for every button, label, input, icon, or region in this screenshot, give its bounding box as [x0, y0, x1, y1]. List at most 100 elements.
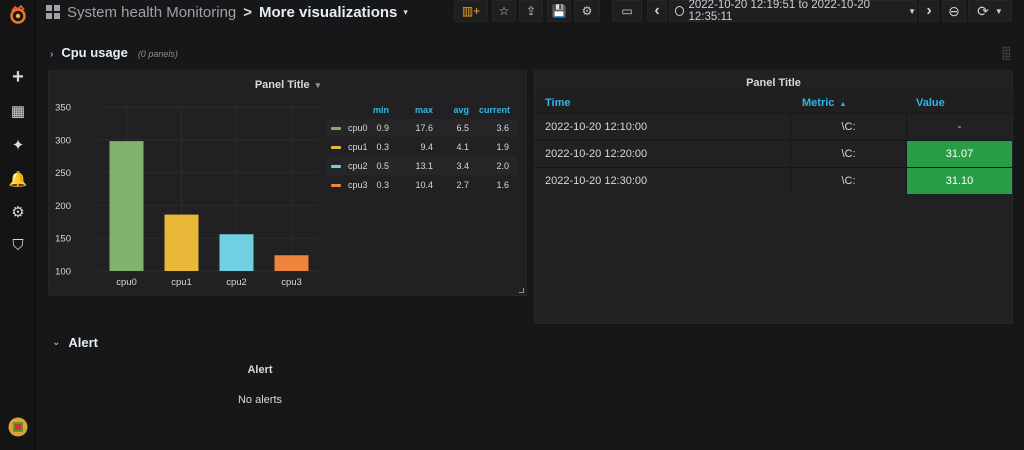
time-range-picker[interactable]: 2022-10-20 12:19:51 to 2022-10-20 12:35:… — [669, 0, 917, 23]
add-panel-icon: ▥+ — [461, 4, 481, 18]
sidebar-item-dashboards[interactable]: ▦ — [0, 96, 36, 126]
y-tick-label: 100 — [55, 267, 71, 278]
legend-header-max[interactable]: max — [403, 105, 433, 115]
time-range-next-button[interactable]: › — [919, 0, 939, 22]
tv-mode-button[interactable]: ▭ — [612, 0, 642, 22]
plus-icon: + — [12, 65, 24, 88]
table-row: 2022-10-20 12:30:00 \C: 31.10 — [535, 167, 1014, 194]
legend-swatch — [331, 126, 341, 130]
column-header-value[interactable]: Value — [906, 97, 1012, 109]
cell-time: 2022-10-20 12:30:00 — [545, 175, 648, 187]
panel-title-text: Panel Title — [746, 77, 801, 89]
chevron-right-icon: › — [50, 49, 54, 60]
bar-chart-panel: Panel Title ▾ 100 150 200 250 300 350 cpu0 cpu1… — [48, 70, 527, 296]
legend-swatch — [331, 183, 341, 187]
legend-item-cpu1[interactable]: cpu1 0.3 9.4 4.1 1.9 — [327, 138, 517, 156]
legend-value-current: 1.6 — [496, 180, 509, 190]
avatar — [8, 417, 28, 437]
panel-title[interactable]: Panel Title — [535, 71, 1012, 95]
row-title: Alert — [68, 335, 99, 350]
zoom-out-button[interactable]: ⊖ — [942, 0, 966, 22]
time-range-prev-button[interactable]: ‹ — [647, 0, 667, 22]
legend-value-min: 0.9 — [376, 123, 389, 133]
chevron-down-icon: ▼ — [994, 6, 1003, 16]
monitor-icon: ▭ — [621, 4, 633, 18]
legend-header-min[interactable]: min — [359, 105, 389, 115]
legend-value-current: 2.0 — [496, 161, 509, 171]
y-tick-label: 200 — [55, 201, 71, 212]
gear-icon: ⚙ — [11, 204, 25, 221]
x-tick-label: cpu0 — [116, 277, 137, 288]
legend-item-cpu0[interactable]: cpu0 0.9 17.6 6.5 3.6 — [327, 119, 517, 137]
legend-value-min: 0.5 — [376, 161, 389, 171]
breadcrumb-folder-link[interactable]: System health Monitoring — [67, 4, 236, 21]
dashboards-grid-icon[interactable] — [46, 5, 60, 19]
cell-metric: \C: — [790, 114, 906, 140]
star-button[interactable]: ☆ — [492, 0, 516, 22]
cell-value: - — [906, 114, 1012, 140]
legend-value-current: 1.9 — [496, 142, 509, 152]
legend-item-cpu3[interactable]: cpu3 0.3 10.4 2.7 1.6 — [327, 176, 517, 194]
row-panel-count: (0 panels) — [137, 49, 178, 59]
zoom-out-icon: ⊖ — [948, 2, 960, 19]
settings-button[interactable]: ⚙ — [574, 0, 600, 22]
chevron-down-icon[interactable]: ▾ — [403, 7, 408, 18]
sidebar-item-explore[interactable]: ✦ — [0, 130, 36, 160]
legend-value-max: 10.4 — [415, 180, 433, 190]
star-icon: ☆ — [498, 4, 510, 18]
save-icon: 💾 — [551, 4, 567, 18]
legend-item-cpu2[interactable]: cpu2 0.5 13.1 3.4 2.0 — [327, 157, 517, 175]
row-alert[interactable]: ⌄ Alert — [52, 335, 98, 350]
dashboard-title[interactable]: More visualizations — [259, 4, 397, 21]
table-row: 2022-10-20 12:10:00 \C: - — [535, 113, 1014, 140]
breadcrumb: System health Monitoring > More visualiz… — [60, 4, 408, 21]
alert-list-panel: Alert No alerts — [48, 356, 472, 416]
breadcrumb-separator: > — [243, 3, 253, 21]
column-header-metric[interactable]: Metric ▲ — [790, 97, 906, 109]
bar-chart: 100 150 200 250 300 350 cpu0 cpu1 cpu2 cpu3 — [55, 103, 319, 288]
column-header-time[interactable]: Time — [535, 97, 790, 109]
legend-value-min: 0.3 — [376, 142, 389, 152]
sidebar-item-server-admin[interactable]: ⛉ — [0, 230, 36, 260]
refresh-button[interactable]: ⟳ ▼ — [968, 0, 1012, 22]
legend-swatch — [331, 145, 341, 149]
clock-icon — [675, 6, 685, 16]
resize-handle-icon[interactable] — [519, 288, 524, 293]
sidebar: + ▦ ✦ 🔔 ⚙ ⛉ — [0, 0, 36, 450]
bar-cpu2[interactable] — [219, 234, 254, 271]
sidebar-item-create[interactable]: + — [0, 62, 36, 92]
bell-icon: 🔔 — [8, 171, 28, 188]
save-button[interactable]: 💾 — [547, 0, 571, 22]
legend-header-current[interactable]: current — [479, 105, 510, 115]
grafana-logo[interactable] — [0, 0, 36, 30]
legend-value-min: 0.3 — [376, 180, 389, 190]
sidebar-item-configuration[interactable]: ⚙ — [0, 197, 36, 227]
user-avatar[interactable] — [0, 412, 36, 442]
legend-value-avg: 2.7 — [456, 180, 469, 190]
table-header: Time Metric ▲ Value — [535, 93, 1014, 113]
legend-header-avg[interactable]: avg — [439, 105, 469, 115]
legend-value-avg: 3.4 — [456, 161, 469, 171]
bar-cpu0[interactable] — [109, 141, 144, 271]
shield-icon: ⛉ — [12, 236, 24, 254]
row-cpu-usage[interactable]: › Cpu usage (0 panels) — [50, 45, 178, 60]
legend-value-avg: 4.1 — [456, 142, 469, 152]
gear-icon: ⚙ — [581, 4, 593, 18]
table-row: 2022-10-20 12:20:00 \C: 31.07 — [535, 140, 1014, 167]
sort-ascending-icon: ▲ — [839, 101, 847, 108]
share-button[interactable]: ⇪ — [519, 0, 543, 22]
chart-legend: min max avg current cpu0 0.9 17.6 6.5 3.6 cpu1 0.3… — [327, 105, 517, 205]
x-tick-label: cpu3 — [281, 277, 302, 288]
bar-cpu1[interactable] — [164, 214, 199, 271]
cell-time: 2022-10-20 12:10:00 — [545, 121, 648, 133]
refresh-icon: ⟳ — [977, 2, 989, 19]
dashboards-icon: ▦ — [10, 103, 26, 120]
column-header-metric-label: Metric — [802, 97, 835, 109]
time-range-text: 2022-10-20 12:19:51 to 2022-10-20 12:35:… — [688, 0, 871, 23]
add-panel-button[interactable]: ▥+ — [454, 0, 488, 22]
sidebar-item-alerting[interactable]: 🔔 — [0, 164, 36, 194]
panel-title: Alert — [247, 364, 273, 376]
compass-icon: ✦ — [11, 137, 25, 154]
row-drag-handle[interactable] — [1002, 46, 1010, 60]
bar-cpu3[interactable] — [274, 255, 309, 271]
